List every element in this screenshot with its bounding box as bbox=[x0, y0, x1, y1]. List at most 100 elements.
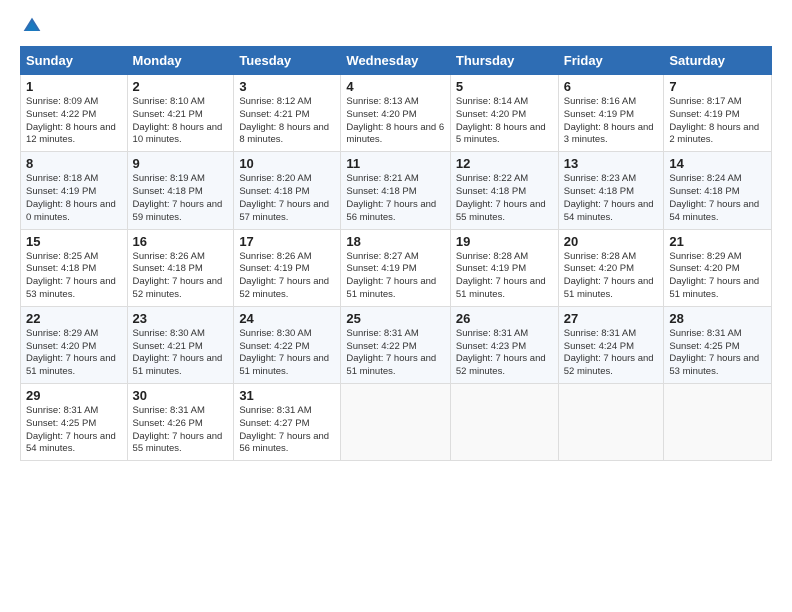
calendar-week-row: 29Sunrise: 8:31 AMSunset: 4:25 PMDayligh… bbox=[21, 384, 772, 461]
day-number: 11 bbox=[346, 156, 444, 171]
day-number: 6 bbox=[564, 79, 659, 94]
day-number: 22 bbox=[26, 311, 122, 326]
day-number: 31 bbox=[239, 388, 335, 403]
day-number: 17 bbox=[239, 234, 335, 249]
calendar-cell: 22Sunrise: 8:29 AMSunset: 4:20 PMDayligh… bbox=[21, 306, 128, 383]
day-info: Sunrise: 8:29 AMSunset: 4:20 PMDaylight:… bbox=[669, 251, 766, 302]
day-info: Sunrise: 8:13 AMSunset: 4:20 PMDaylight:… bbox=[346, 96, 444, 147]
day-number: 21 bbox=[669, 234, 766, 249]
calendar-cell bbox=[664, 384, 772, 461]
calendar-cell: 21 Sunrise: 8:29 AMSunset: 4:20 PMDayligh… bbox=[664, 229, 772, 306]
day-number: 26 bbox=[456, 311, 553, 326]
header bbox=[20, 16, 772, 36]
calendar-week-row: 8 Sunrise: 8:18 AMSunset: 4:19 PMDaylight… bbox=[21, 152, 772, 229]
day-number: 1 bbox=[26, 79, 122, 94]
day-info: Sunrise: 8:23 AMSunset: 4:18 PMDaylight:… bbox=[564, 173, 659, 224]
day-info: Sunrise: 8:31 AMSunset: 4:24 PMDaylight:… bbox=[564, 328, 659, 379]
day-info: Sunrise: 8:31 AMSunset: 4:27 PMDaylight:… bbox=[239, 405, 335, 456]
calendar-cell: 26 Sunrise: 8:31 AMSunset: 4:23 PMDayligh… bbox=[450, 306, 558, 383]
day-number: 2 bbox=[133, 79, 229, 94]
calendar-cell: 12 Sunrise: 8:22 AMSunset: 4:18 PMDayligh… bbox=[450, 152, 558, 229]
day-number: 14 bbox=[669, 156, 766, 171]
calendar-cell: 28Sunrise: 8:31 AMSunset: 4:25 PMDayligh… bbox=[664, 306, 772, 383]
day-number: 30 bbox=[133, 388, 229, 403]
calendar-cell: 4 Sunrise: 8:13 AMSunset: 4:20 PMDaylight… bbox=[341, 75, 450, 152]
day-info: Sunrise: 8:27 AMSunset: 4:19 PMDaylight:… bbox=[346, 251, 444, 302]
calendar-header-monday: Monday bbox=[127, 47, 234, 75]
day-number: 25 bbox=[346, 311, 444, 326]
day-info: Sunrise: 8:30 AMSunset: 4:22 PMDaylight:… bbox=[239, 328, 335, 379]
day-info: Sunrise: 8:31 AMSunset: 4:23 PMDaylight:… bbox=[456, 328, 553, 379]
calendar-cell: 29Sunrise: 8:31 AMSunset: 4:25 PMDayligh… bbox=[21, 384, 128, 461]
calendar-header-row: SundayMondayTuesdayWednesdayThursdayFrid… bbox=[21, 47, 772, 75]
day-info: Sunrise: 8:17 AMSunset: 4:19 PMDaylight:… bbox=[669, 96, 766, 147]
day-info: Sunrise: 8:30 AMSunset: 4:21 PMDaylight:… bbox=[133, 328, 229, 379]
calendar-cell: 7 Sunrise: 8:17 AMSunset: 4:19 PMDaylight… bbox=[664, 75, 772, 152]
day-info: Sunrise: 8:28 AMSunset: 4:19 PMDaylight:… bbox=[456, 251, 553, 302]
calendar-cell bbox=[558, 384, 664, 461]
day-info: Sunrise: 8:09 AMSunset: 4:22 PMDaylight:… bbox=[26, 96, 122, 147]
logo bbox=[20, 16, 42, 36]
calendar-cell: 3 Sunrise: 8:12 AMSunset: 4:21 PMDaylight… bbox=[234, 75, 341, 152]
calendar-header-saturday: Saturday bbox=[664, 47, 772, 75]
day-number: 24 bbox=[239, 311, 335, 326]
calendar-cell: 2 Sunrise: 8:10 AMSunset: 4:21 PMDaylight… bbox=[127, 75, 234, 152]
calendar-week-row: 22Sunrise: 8:29 AMSunset: 4:20 PMDayligh… bbox=[21, 306, 772, 383]
day-number: 10 bbox=[239, 156, 335, 171]
calendar-cell bbox=[450, 384, 558, 461]
day-info: Sunrise: 8:18 AMSunset: 4:19 PMDaylight:… bbox=[26, 173, 122, 224]
day-number: 4 bbox=[346, 79, 444, 94]
calendar-week-row: 15 Sunrise: 8:25 AMSunset: 4:18 PMDayligh… bbox=[21, 229, 772, 306]
calendar-cell: 24 Sunrise: 8:30 AMSunset: 4:22 PMDayligh… bbox=[234, 306, 341, 383]
day-number: 5 bbox=[456, 79, 553, 94]
day-number: 28 bbox=[669, 311, 766, 326]
day-info: Sunrise: 8:16 AMSunset: 4:19 PMDaylight:… bbox=[564, 96, 659, 147]
day-number: 16 bbox=[133, 234, 229, 249]
calendar-header-thursday: Thursday bbox=[450, 47, 558, 75]
day-number: 29 bbox=[26, 388, 122, 403]
day-info: Sunrise: 8:31 AMSunset: 4:26 PMDaylight:… bbox=[133, 405, 229, 456]
day-number: 12 bbox=[456, 156, 553, 171]
day-info: Sunrise: 8:26 AMSunset: 4:18 PMDaylight:… bbox=[133, 251, 229, 302]
calendar-cell: 31 Sunrise: 8:31 AMSunset: 4:27 PMDayligh… bbox=[234, 384, 341, 461]
calendar-cell: 1 Sunrise: 8:09 AMSunset: 4:22 PMDaylight… bbox=[21, 75, 128, 152]
calendar-cell: 9 Sunrise: 8:19 AMSunset: 4:18 PMDaylight… bbox=[127, 152, 234, 229]
day-info: Sunrise: 8:28 AMSunset: 4:20 PMDaylight:… bbox=[564, 251, 659, 302]
calendar-cell: 25 Sunrise: 8:31 AMSunset: 4:22 PMDayligh… bbox=[341, 306, 450, 383]
calendar-cell: 27 Sunrise: 8:31 AMSunset: 4:24 PMDayligh… bbox=[558, 306, 664, 383]
day-number: 7 bbox=[669, 79, 766, 94]
day-info: Sunrise: 8:31 AMSunset: 4:22 PMDaylight:… bbox=[346, 328, 444, 379]
page: SundayMondayTuesdayWednesdayThursdayFrid… bbox=[0, 0, 792, 471]
calendar-cell: 16 Sunrise: 8:26 AMSunset: 4:18 PMDayligh… bbox=[127, 229, 234, 306]
calendar-table: SundayMondayTuesdayWednesdayThursdayFrid… bbox=[20, 46, 772, 461]
calendar-cell: 23 Sunrise: 8:30 AMSunset: 4:21 PMDayligh… bbox=[127, 306, 234, 383]
calendar-cell: 13Sunrise: 8:23 AMSunset: 4:18 PMDayligh… bbox=[558, 152, 664, 229]
calendar-cell: 17 Sunrise: 8:26 AMSunset: 4:19 PMDayligh… bbox=[234, 229, 341, 306]
day-info: Sunrise: 8:20 AMSunset: 4:18 PMDaylight:… bbox=[239, 173, 335, 224]
calendar-header-sunday: Sunday bbox=[21, 47, 128, 75]
calendar-cell: 5Sunrise: 8:14 AMSunset: 4:20 PMDaylight… bbox=[450, 75, 558, 152]
calendar-week-row: 1 Sunrise: 8:09 AMSunset: 4:22 PMDaylight… bbox=[21, 75, 772, 152]
day-number: 19 bbox=[456, 234, 553, 249]
day-info: Sunrise: 8:10 AMSunset: 4:21 PMDaylight:… bbox=[133, 96, 229, 147]
calendar-cell: 19 Sunrise: 8:28 AMSunset: 4:19 PMDayligh… bbox=[450, 229, 558, 306]
day-info: Sunrise: 8:19 AMSunset: 4:18 PMDaylight:… bbox=[133, 173, 229, 224]
day-info: Sunrise: 8:25 AMSunset: 4:18 PMDaylight:… bbox=[26, 251, 122, 302]
day-number: 8 bbox=[26, 156, 122, 171]
day-info: Sunrise: 8:21 AMSunset: 4:18 PMDaylight:… bbox=[346, 173, 444, 224]
calendar-cell: 6 Sunrise: 8:16 AMSunset: 4:19 PMDaylight… bbox=[558, 75, 664, 152]
calendar-header-wednesday: Wednesday bbox=[341, 47, 450, 75]
day-number: 3 bbox=[239, 79, 335, 94]
day-number: 20 bbox=[564, 234, 659, 249]
day-number: 15 bbox=[26, 234, 122, 249]
day-info: Sunrise: 8:24 AMSunset: 4:18 PMDaylight:… bbox=[669, 173, 766, 224]
day-number: 18 bbox=[346, 234, 444, 249]
calendar-cell: 10 Sunrise: 8:20 AMSunset: 4:18 PMDayligh… bbox=[234, 152, 341, 229]
day-number: 23 bbox=[133, 311, 229, 326]
day-number: 27 bbox=[564, 311, 659, 326]
day-info: Sunrise: 8:26 AMSunset: 4:19 PMDaylight:… bbox=[239, 251, 335, 302]
day-info: Sunrise: 8:22 AMSunset: 4:18 PMDaylight:… bbox=[456, 173, 553, 224]
day-number: 9 bbox=[133, 156, 229, 171]
day-info: Sunrise: 8:12 AMSunset: 4:21 PMDaylight:… bbox=[239, 96, 335, 147]
logo-icon bbox=[22, 16, 42, 36]
